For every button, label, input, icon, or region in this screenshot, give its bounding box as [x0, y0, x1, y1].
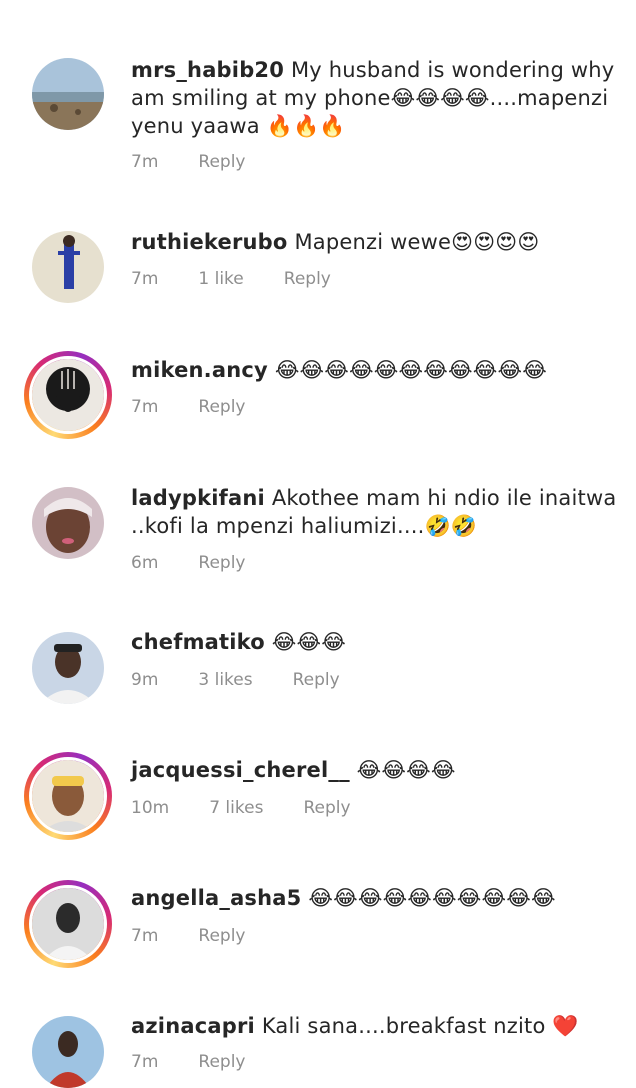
comment-meta: 7m Reply [131, 1052, 285, 1072]
avatar[interactable] [32, 632, 104, 704]
avatar-image [29, 356, 107, 434]
avatar-image [32, 58, 104, 130]
comment-username[interactable]: jacquessi_cherel__ [131, 758, 350, 782]
comment-username[interactable]: chefmatiko [131, 630, 265, 654]
comment-time: 7m [131, 397, 159, 417]
reply-button[interactable]: Reply [198, 397, 245, 417]
comment-meta: 9m 3 likes Reply [131, 670, 380, 690]
comment-meta: 7m Reply [131, 152, 285, 172]
comment-time: 10m [131, 798, 170, 818]
reply-button[interactable]: Reply [293, 670, 340, 690]
avatar-image [32, 231, 104, 303]
comment-text: angella_asha5 😂😂😂😂😂😂😂😂😂😂 [131, 884, 623, 912]
comment-text: miken.ancy 😂😂😂😂😂😂😂😂😂😂😂 [131, 356, 623, 384]
avatar-story-ring[interactable] [24, 880, 112, 968]
avatar[interactable] [32, 58, 104, 130]
comment-time: 7m [131, 1052, 159, 1072]
avatar[interactable] [32, 231, 104, 303]
avatar-image [32, 632, 104, 704]
comment-body: 😂😂😂😂😂😂😂😂😂😂 [308, 886, 556, 910]
comment-text: ladypkifani Akothee mam hi ndio ile inai… [131, 484, 623, 540]
comment-time: 7m [131, 926, 159, 946]
comment-text: mrs_habib20 My husband is wondering why … [131, 56, 623, 140]
comment-time: 9m [131, 670, 159, 690]
comment-body: 😂😂😂😂😂😂😂😂😂😂😂 [274, 358, 547, 382]
comment-username[interactable]: azinacapri [131, 1014, 255, 1038]
comment-body: 😂😂😂😂 [356, 758, 456, 782]
comment-username[interactable]: mrs_habib20 [131, 58, 284, 82]
comment-text: ruthiekerubo Mapenzi wewe😍😍😍😍 [131, 228, 623, 256]
reply-button[interactable]: Reply [303, 798, 350, 818]
comment-text: azinacapri Kali sana....breakfast nzito … [131, 1012, 623, 1040]
reply-button[interactable]: Reply [284, 269, 331, 289]
reply-button[interactable]: Reply [198, 926, 245, 946]
avatar[interactable] [32, 1016, 104, 1088]
reply-button[interactable]: Reply [198, 553, 245, 573]
avatar[interactable] [32, 487, 104, 559]
avatar-image [32, 487, 104, 559]
avatar-story-ring[interactable] [24, 351, 112, 439]
comment-meta: 7m 1 like Reply [131, 269, 371, 289]
comment-body: 😂😂😂 [271, 630, 347, 654]
comment-meta: 7m Reply [131, 397, 285, 417]
comment-likes[interactable]: 1 like [198, 269, 243, 289]
comment-username[interactable]: miken.ancy [131, 358, 268, 382]
avatar-story-ring[interactable] [24, 752, 112, 840]
comment-time: 7m [131, 269, 159, 289]
comment-time: 6m [131, 553, 159, 573]
comment-time: 7m [131, 152, 159, 172]
avatar-image [29, 885, 107, 963]
comment-likes[interactable]: 3 likes [198, 670, 252, 690]
reply-button[interactable]: Reply [198, 1052, 245, 1072]
comment-text: chefmatiko 😂😂😂 [131, 628, 623, 656]
comment-meta: 7m Reply [131, 926, 285, 946]
reply-button[interactable]: Reply [198, 152, 245, 172]
avatar-image [29, 757, 107, 835]
comment-username[interactable]: ladypkifani [131, 486, 265, 510]
comment-username[interactable]: ruthiekerubo [131, 230, 288, 254]
comment-likes[interactable]: 7 likes [209, 798, 263, 818]
comment-body: Mapenzi wewe😍😍😍😍 [294, 230, 540, 254]
avatar-image [32, 1016, 104, 1088]
comment-text: jacquessi_cherel__ 😂😂😂😂 [131, 756, 623, 784]
comment-meta: 6m Reply [131, 553, 285, 573]
comment-username[interactable]: angella_asha5 [131, 886, 301, 910]
comment-meta: 10m 7 likes Reply [131, 798, 391, 818]
comment-body: Kali sana....breakfast nzito ❤️ [261, 1014, 579, 1038]
